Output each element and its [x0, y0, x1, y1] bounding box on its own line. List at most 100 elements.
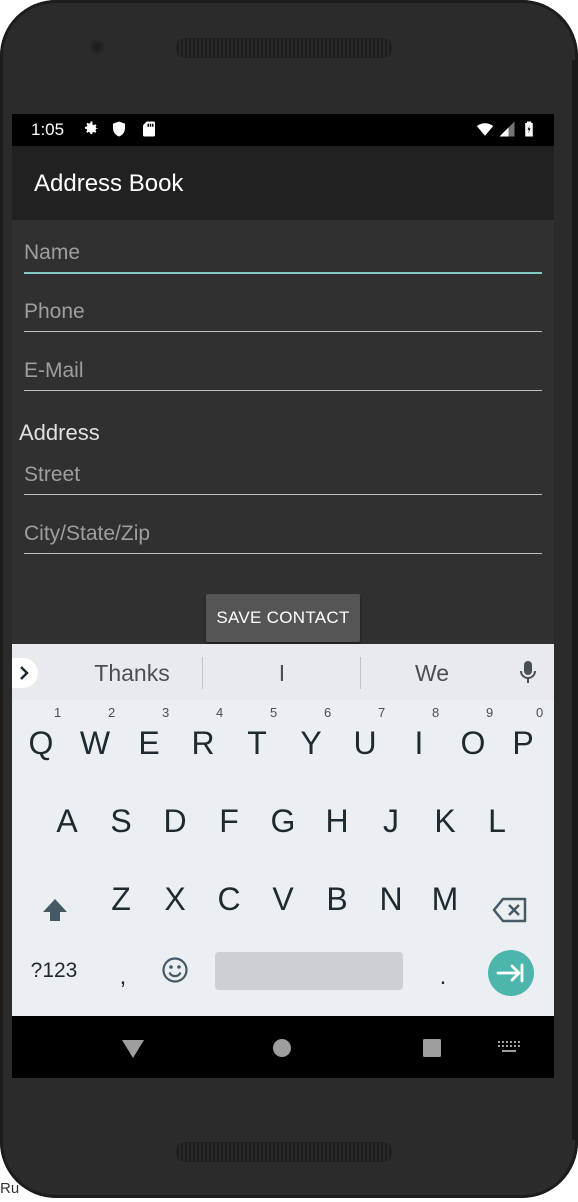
key-hint: 0	[536, 705, 544, 720]
key-i[interactable]: 8I	[392, 705, 446, 778]
key-z[interactable]: Z	[94, 864, 148, 934]
key-label: W	[79, 725, 111, 761]
mic-icon[interactable]	[518, 660, 538, 686]
key-o[interactable]: 9O	[446, 705, 500, 778]
contact-form: Address SAVE CONTACT	[12, 220, 554, 644]
name-field	[24, 234, 542, 274]
key-r[interactable]: 4R	[176, 705, 230, 778]
key-k[interactable]: K	[418, 786, 472, 856]
backspace-icon[interactable]	[492, 896, 528, 924]
phone-side-edge	[572, 60, 578, 1140]
comma-key[interactable]: ,	[96, 942, 150, 1012]
nav-recents-icon[interactable]	[422, 1038, 442, 1058]
address-label: Address	[19, 420, 100, 445]
key-label: E	[138, 725, 160, 761]
soft-keyboard: Thanks I We 1Q 2W 3E 4R 5T 6Y 7U 8I 9O 0	[12, 644, 554, 1016]
suggestion-1[interactable]: Thanks	[82, 660, 182, 687]
key-v[interactable]: V	[256, 864, 310, 934]
caption-fragment: Ru	[0, 1180, 20, 1197]
keyboard-switch-icon[interactable]	[498, 1041, 520, 1055]
street-input[interactable]	[24, 456, 542, 495]
key-g[interactable]: G	[256, 786, 310, 856]
chevron-right-icon	[20, 666, 29, 680]
key-hint: 9	[486, 705, 494, 720]
key-m[interactable]: M	[418, 864, 472, 934]
app-bar: Address Book	[12, 146, 554, 220]
key-hint: 1	[54, 705, 62, 720]
key-j[interactable]: J	[364, 786, 418, 856]
signal-icon	[499, 121, 515, 137]
key-label: U	[353, 725, 377, 761]
suggestion-strip: Thanks I We	[12, 644, 554, 700]
suggestion-3[interactable]: We	[402, 660, 462, 687]
key-label: Y	[300, 725, 322, 761]
key-t[interactable]: 5T	[230, 705, 284, 778]
phone-input[interactable]	[24, 293, 542, 332]
city-state-zip-input[interactable]	[24, 515, 542, 554]
front-camera	[90, 40, 104, 54]
nav-back-icon[interactable]	[121, 1038, 145, 1060]
shift-icon[interactable]	[40, 896, 70, 926]
key-label: P	[512, 725, 534, 761]
space-bar[interactable]	[215, 952, 403, 990]
key-y[interactable]: 6Y	[284, 705, 338, 778]
battery-icon	[525, 121, 533, 137]
key-label: R	[191, 725, 215, 761]
key-label: Q	[28, 725, 54, 761]
key-h[interactable]: H	[310, 786, 364, 856]
email-input[interactable]	[24, 352, 542, 391]
suggestion-2[interactable]: I	[252, 660, 312, 687]
key-d[interactable]: D	[148, 786, 202, 856]
key-hint: 6	[324, 705, 332, 720]
nav-home-icon[interactable]	[272, 1038, 292, 1058]
key-hint: 4	[216, 705, 224, 720]
shield-icon	[113, 121, 125, 137]
email-field	[24, 352, 542, 392]
symbols-key[interactable]: ?123	[26, 936, 82, 1006]
suggestion-divider	[202, 657, 203, 689]
key-e[interactable]: 3E	[122, 705, 176, 778]
key-label: O	[460, 725, 486, 761]
key-c[interactable]: C	[202, 864, 256, 934]
suggestion-expand-button[interactable]	[12, 658, 38, 688]
save-contact-button[interactable]: SAVE CONTACT	[206, 594, 360, 642]
sd-card-icon	[143, 121, 155, 137]
key-hint: 8	[432, 705, 440, 720]
page-title: Address Book	[34, 170, 184, 197]
phone-field	[24, 293, 542, 333]
period-key[interactable]: .	[416, 942, 470, 1012]
key-q[interactable]: 1Q	[14, 705, 68, 778]
settings-icon	[85, 121, 98, 135]
key-x[interactable]: X	[148, 864, 202, 934]
key-f[interactable]: F	[202, 786, 256, 856]
status-time: 1:05	[31, 120, 65, 139]
status-bar: 1:05	[12, 114, 554, 146]
key-w[interactable]: 2W	[68, 705, 122, 778]
bottom-speaker	[176, 1142, 392, 1162]
key-u[interactable]: 7U	[338, 705, 392, 778]
name-input[interactable]	[24, 234, 542, 274]
key-label: T	[247, 725, 267, 761]
key-hint: 2	[108, 705, 116, 720]
key-l[interactable]: L	[470, 786, 524, 856]
wifi-icon	[476, 123, 494, 136]
key-label: I	[414, 725, 424, 761]
system-nav-bar	[12, 1016, 554, 1078]
top-speaker	[176, 38, 392, 58]
key-p[interactable]: 0P	[496, 705, 550, 778]
key-b[interactable]: B	[310, 864, 364, 934]
city-state-zip-field	[24, 515, 542, 555]
suggestion-divider	[360, 657, 361, 689]
enter-icon	[496, 963, 524, 983]
emoji-icon[interactable]	[161, 956, 189, 984]
key-s[interactable]: S	[94, 786, 148, 856]
enter-button[interactable]	[488, 950, 534, 996]
screen: 1:05 Address Book Name Phone E-Mail Addr…	[12, 114, 554, 1078]
street-field	[24, 456, 542, 496]
key-hint: 3	[162, 705, 170, 720]
phone-frame: 1:05 Address Book Name Phone E-Mail Addr…	[0, 0, 578, 1198]
key-hint: 7	[378, 705, 386, 720]
key-hint: 5	[270, 705, 278, 720]
key-n[interactable]: N	[364, 864, 418, 934]
key-a[interactable]: A	[40, 786, 94, 856]
